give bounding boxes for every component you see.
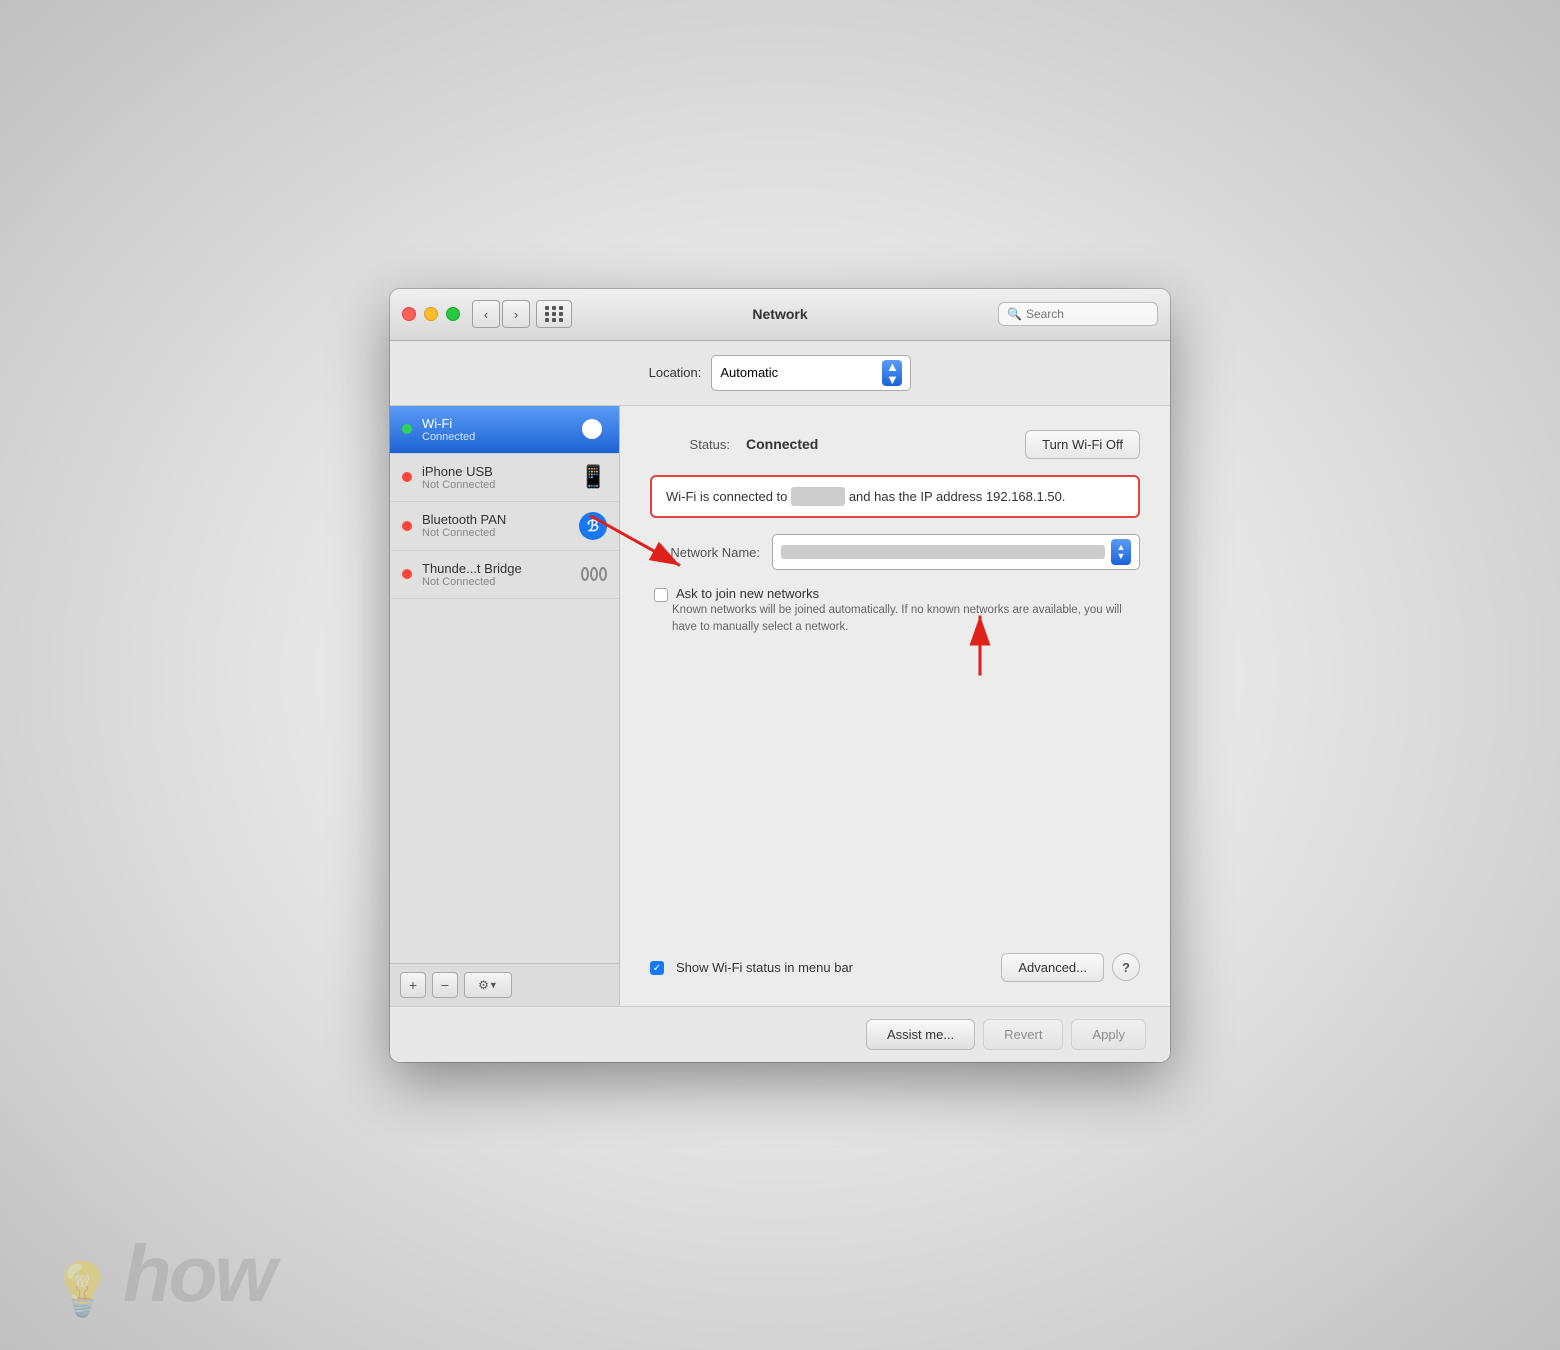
ask-join-section: Ask to join new networks Known networks … bbox=[650, 586, 1140, 637]
bottom-buttons: Assist me... Revert Apply bbox=[390, 1006, 1170, 1062]
sidebar-item-wifi-name: Wi-Fi bbox=[422, 416, 567, 431]
settings-chevron-icon: ▼ bbox=[489, 980, 498, 990]
grid-icon bbox=[545, 306, 564, 322]
ask-join-help-text: Known networks will be joined automatica… bbox=[672, 602, 1140, 637]
network-name-blurred bbox=[781, 545, 1105, 559]
ask-join-label: Ask to join new networks bbox=[676, 586, 819, 601]
sidebar-item-bluetooth-info: Bluetooth PAN Not Connected bbox=[422, 512, 569, 539]
sidebar-item-thunderbolt[interactable]: Thunde...t Bridge Not Connected bbox=[390, 551, 619, 599]
turn-wifi-off-button[interactable]: Turn Wi-Fi Off bbox=[1025, 430, 1140, 459]
show-wifi-checkbox[interactable] bbox=[650, 961, 664, 975]
main-content: Wi-Fi Connected bbox=[390, 406, 1170, 1006]
remove-network-button[interactable]: − bbox=[432, 972, 458, 998]
forward-button[interactable]: › bbox=[502, 300, 530, 328]
location-bar: Location: Automatic ▲ ▼ bbox=[390, 341, 1170, 406]
location-stepper[interactable]: ▲ ▼ bbox=[882, 360, 902, 386]
sidebar-toolbar: + − ⚙ ▼ bbox=[390, 963, 619, 1006]
info-text-pre: Wi-Fi is connected to bbox=[666, 489, 787, 504]
network-name-stepper[interactable]: ▲ ▼ bbox=[1111, 539, 1131, 565]
sidebar-item-bluetooth-name: Bluetooth PAN bbox=[422, 512, 569, 527]
minimize-button[interactable] bbox=[424, 307, 438, 321]
titlebar: ‹ › Network 🔍 bbox=[390, 289, 1170, 341]
status-value: Connected bbox=[746, 436, 818, 452]
location-label: Location: bbox=[649, 365, 702, 380]
detail-panel: Status: Connected Turn Wi-Fi Off Wi-Fi i… bbox=[620, 406, 1170, 1006]
sidebar-item-wifi[interactable]: Wi-Fi Connected bbox=[390, 406, 619, 454]
help-button[interactable]: ? bbox=[1112, 953, 1140, 981]
grid-view-button[interactable] bbox=[536, 300, 572, 328]
close-button[interactable] bbox=[402, 307, 416, 321]
show-wifi-row: Show Wi-Fi status in menu bar Advanced..… bbox=[650, 953, 1140, 982]
wifi-icon bbox=[577, 417, 607, 441]
revert-button[interactable]: Revert bbox=[983, 1019, 1063, 1050]
status-dot-bluetooth bbox=[402, 521, 412, 531]
status-dot-iphone bbox=[402, 472, 412, 482]
info-text-post: and has the IP address 192.168.1.50. bbox=[849, 489, 1066, 504]
sidebar-item-wifi-info: Wi-Fi Connected bbox=[422, 416, 567, 443]
network-ssid-blurred bbox=[791, 487, 845, 507]
thunderbolt-icon bbox=[581, 567, 607, 581]
show-wifi-label: Show Wi-Fi status in menu bar bbox=[676, 960, 853, 975]
ask-join-row: Ask to join new networks bbox=[650, 586, 1140, 602]
sidebar-item-iphone-status: Not Connected bbox=[422, 479, 570, 491]
sidebar-item-bluetooth-status: Not Connected bbox=[422, 527, 569, 539]
sidebar: Wi-Fi Connected bbox=[390, 406, 620, 1006]
watermark-text: how bbox=[123, 1228, 274, 1320]
status-dot-thunderbolt bbox=[402, 569, 412, 579]
apply-button[interactable]: Apply bbox=[1071, 1019, 1146, 1050]
sidebar-item-iphone-name: iPhone USB bbox=[422, 464, 570, 479]
iphone-icon: 📱 bbox=[580, 464, 607, 490]
sidebar-item-bluetooth[interactable]: Bluetooth PAN Not Connected ℬ bbox=[390, 502, 619, 551]
sidebar-item-thunderbolt-status: Not Connected bbox=[422, 576, 571, 588]
add-network-button[interactable]: + bbox=[400, 972, 426, 998]
status-row: Status: Connected Turn Wi-Fi Off bbox=[650, 430, 1140, 459]
lightbulb-icon: 💡 bbox=[50, 1259, 115, 1320]
network-name-select[interactable]: ▲ ▼ bbox=[772, 534, 1140, 570]
bluetooth-icon: ℬ bbox=[579, 512, 607, 540]
back-button[interactable]: ‹ bbox=[472, 300, 500, 328]
network-name-row: Network Name: ▲ ▼ bbox=[650, 534, 1140, 570]
sidebar-item-thunderbolt-info: Thunde...t Bridge Not Connected bbox=[422, 561, 571, 588]
status-label: Status: bbox=[650, 437, 730, 452]
ask-join-checkbox[interactable] bbox=[654, 588, 668, 602]
sidebar-list: Wi-Fi Connected bbox=[390, 406, 619, 963]
sidebar-item-iphone-usb[interactable]: iPhone USB Not Connected 📱 bbox=[390, 454, 619, 502]
wifi-info-box: Wi-Fi is connected to and has the IP add… bbox=[650, 475, 1140, 519]
gear-icon: ⚙ bbox=[478, 978, 489, 992]
advanced-button[interactable]: Advanced... bbox=[1001, 953, 1104, 982]
assist-me-button[interactable]: Assist me... bbox=[866, 1019, 975, 1050]
settings-button[interactable]: ⚙ ▼ bbox=[464, 972, 512, 998]
sidebar-item-wifi-status: Connected bbox=[422, 431, 567, 443]
network-name-label: Network Name: bbox=[650, 545, 760, 560]
location-value: Automatic bbox=[720, 365, 882, 380]
status-dot-connected bbox=[402, 424, 412, 434]
window-title: Network bbox=[752, 306, 807, 322]
search-input[interactable] bbox=[1026, 307, 1149, 321]
nav-buttons: ‹ › bbox=[472, 300, 530, 328]
search-icon: 🔍 bbox=[1007, 307, 1022, 321]
location-select[interactable]: Automatic ▲ ▼ bbox=[711, 355, 911, 391]
maximize-button[interactable] bbox=[446, 307, 460, 321]
traffic-lights bbox=[402, 307, 460, 321]
sidebar-item-thunderbolt-name: Thunde...t Bridge bbox=[422, 561, 571, 576]
sidebar-item-iphone-info: iPhone USB Not Connected bbox=[422, 464, 570, 491]
search-box[interactable]: 🔍 bbox=[998, 302, 1158, 326]
